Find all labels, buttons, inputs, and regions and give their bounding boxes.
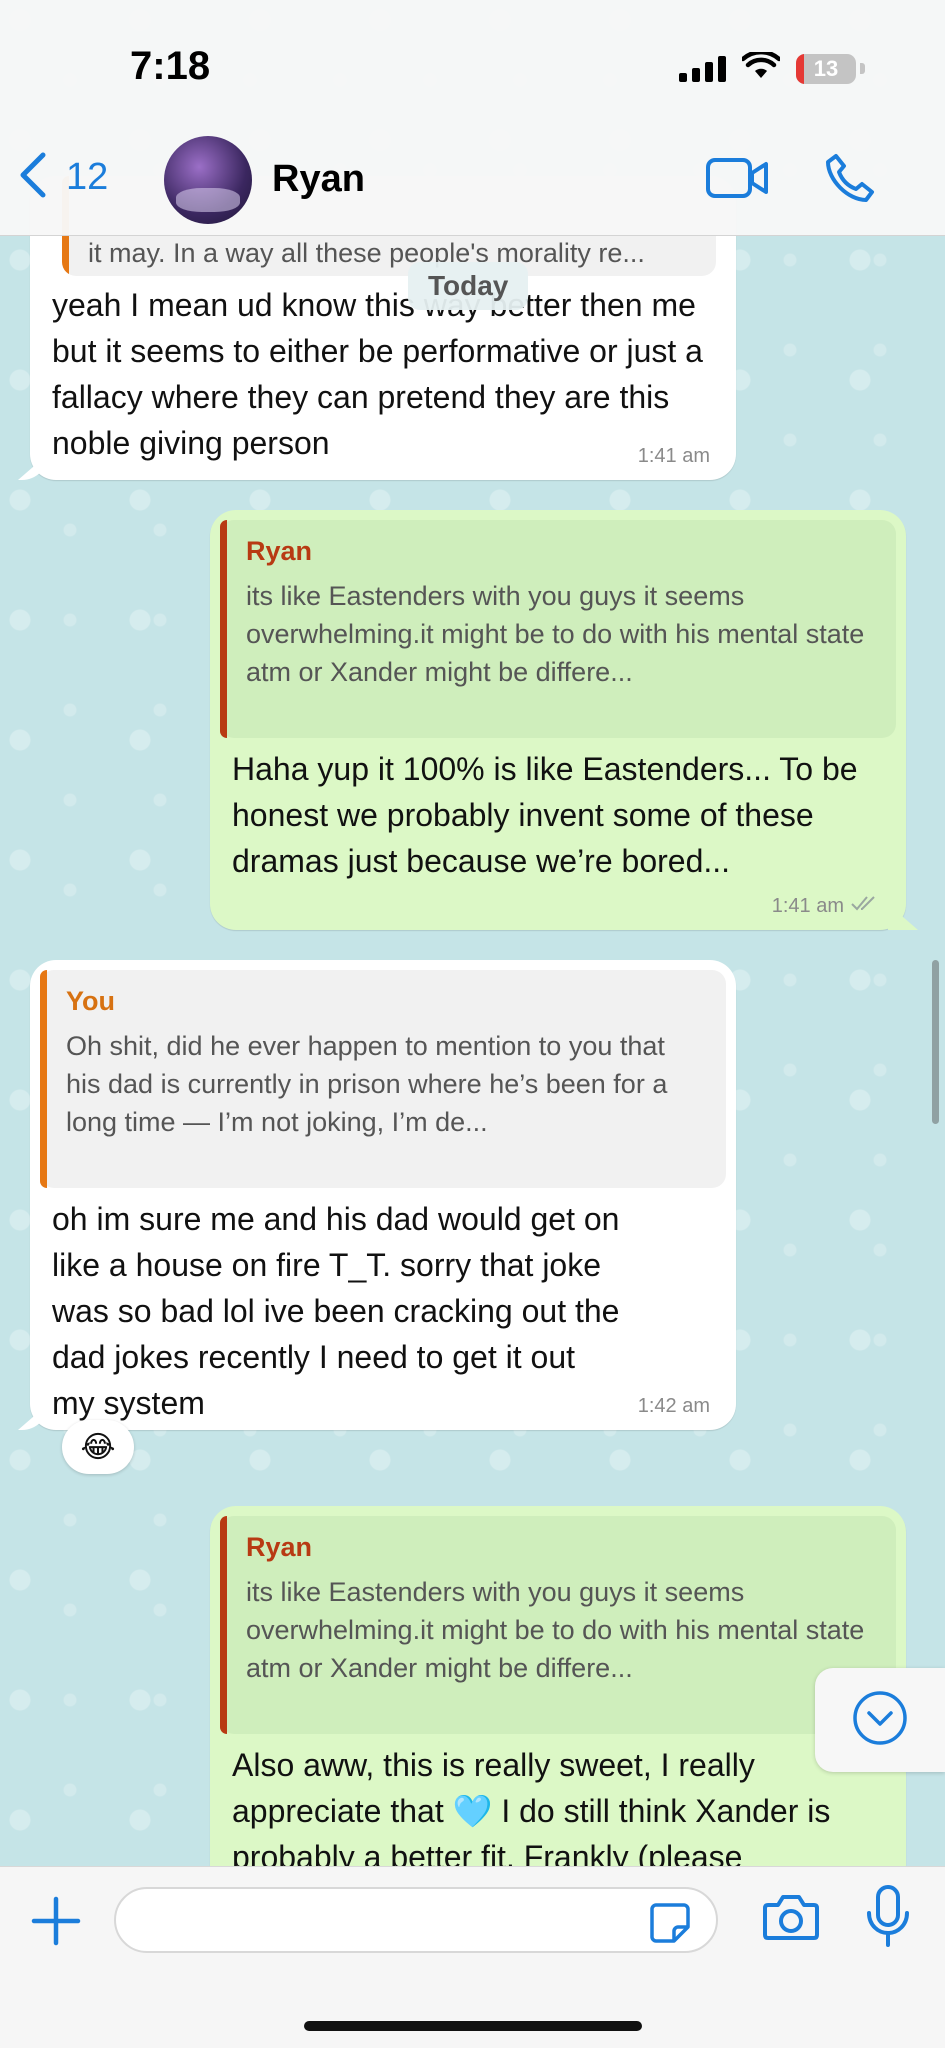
message-bubble-incoming[interactable]: You Oh shit, did he ever happen to menti…: [18, 960, 736, 1430]
message-time-label: 1:41 am: [771, 894, 844, 917]
wifi-icon: [740, 49, 782, 85]
sticker-icon[interactable]: [648, 1901, 692, 1950]
message-time: 1:42 am: [637, 1395, 710, 1417]
message-input-container[interactable]: [114, 1887, 718, 1953]
video-call-icon[interactable]: [706, 156, 770, 205]
message-bubble-outgoing[interactable]: Ryan its like Eastenders with you guys i…: [210, 510, 918, 930]
plus-icon[interactable]: [28, 1893, 84, 1954]
chat-header: 7:18 13 12 Ryan: [0, 0, 945, 236]
avatar[interactable]: [164, 136, 252, 224]
chevron-down-circle-icon: [852, 1690, 908, 1751]
contact-name[interactable]: Ryan: [272, 158, 365, 201]
quote-text: its like Eastenders with you guys it see…: [246, 1577, 865, 1683]
date-separator: Today: [408, 262, 529, 310]
battery-icon: 13: [796, 53, 856, 84]
cellular-signal-icon: [679, 55, 726, 82]
read-ticks-icon: [850, 894, 880, 918]
battery-level: 13: [813, 55, 839, 81]
home-indicator[interactable]: [304, 2021, 642, 2031]
quote-text: Oh shit, did he ever happen to mention t…: [66, 1031, 668, 1137]
message-reaction[interactable]: 😂: [62, 1420, 134, 1474]
back-button[interactable]: 12: [18, 152, 108, 203]
unread-count: 12: [66, 156, 109, 198]
quoted-message[interactable]: You Oh shit, did he ever happen to menti…: [40, 970, 726, 1188]
message-bubble-outgoing[interactable]: Ryan its like Eastenders with you guys i…: [210, 1506, 906, 1926]
status-time: 7:18: [130, 44, 211, 88]
quote-text: it may. In a way all these people's mora…: [88, 238, 645, 268]
message-text: yeah I mean ud know this way better then…: [52, 287, 703, 461]
quoted-message[interactable]: Ryan its like Eastenders with you guys i…: [220, 1516, 896, 1734]
phone-call-icon[interactable]: [824, 152, 876, 209]
microphone-icon[interactable]: [864, 1883, 912, 1954]
quote-author: You: [66, 986, 115, 1016]
composer-bar: [0, 1866, 945, 2048]
chevron-left-icon: [18, 152, 48, 203]
quoted-message[interactable]: Ryan its like Eastenders with you guys i…: [220, 520, 896, 738]
quote-text: its like Eastenders with you guys it see…: [246, 581, 865, 687]
message-time: 1:41 am: [772, 894, 880, 918]
camera-icon[interactable]: [762, 1891, 820, 1948]
battery-cap: [860, 63, 865, 74]
quote-author: Ryan: [246, 536, 313, 566]
message-text: Also aww, this is really sweet, I really…: [232, 1747, 831, 1875]
message-text: Haha yup it 100% is like Eastenders... T…: [232, 751, 858, 879]
quote-author: Ryan: [246, 1532, 313, 1562]
message-input[interactable]: [116, 1889, 636, 1951]
message-time: 1:41 am: [637, 445, 710, 467]
message-text: oh im sure me and his dad would get on l…: [52, 1201, 620, 1421]
scrollbar[interactable]: [932, 960, 939, 1124]
scroll-to-bottom-button[interactable]: [815, 1668, 945, 1772]
status-icons: 13: [679, 49, 865, 85]
